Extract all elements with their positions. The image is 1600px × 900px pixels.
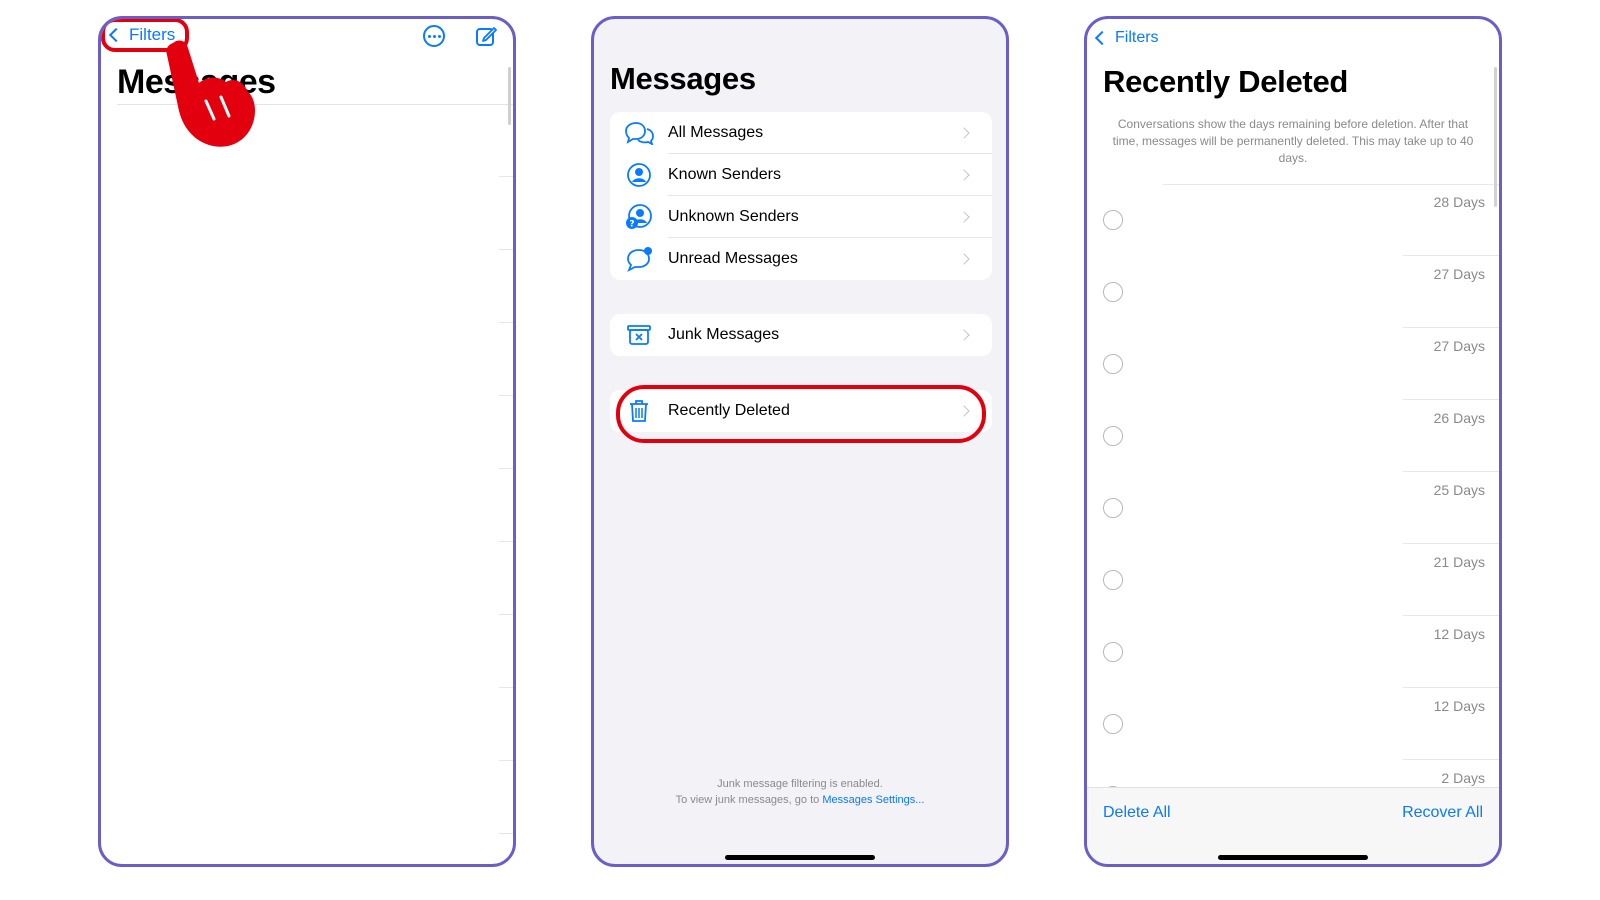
deleted-conversation-row[interactable]: 26 Days bbox=[1087, 400, 1499, 472]
home-indicator[interactable] bbox=[725, 855, 875, 860]
recover-all-button[interactable]: Recover All bbox=[1402, 804, 1483, 822]
compose-icon[interactable] bbox=[475, 25, 497, 47]
select-radio[interactable] bbox=[1103, 714, 1123, 734]
footer-line: Junk message filtering is enabled. bbox=[717, 778, 883, 790]
filters-screen-panel: Messages All Messages Known Senders ? Un… bbox=[591, 16, 1009, 867]
page-title: Recently Deleted bbox=[1103, 64, 1349, 99]
row-divider bbox=[499, 395, 513, 396]
messages-screen-panel: Filters Messages bbox=[98, 16, 516, 867]
deleted-conversation-row[interactable]: 21 Days bbox=[1087, 544, 1499, 616]
footer-prefix: To view junk messages, go to bbox=[675, 794, 823, 806]
pointing-hand-icon bbox=[166, 40, 255, 147]
filters-list: All Messages Known Senders ? Unknown Sen… bbox=[610, 112, 992, 280]
filters-back-label: Filters bbox=[1115, 29, 1159, 46]
row-divider bbox=[499, 322, 513, 323]
bottom-toolbar: Delete All Recover All bbox=[1087, 787, 1499, 864]
days-remaining: 12 Days bbox=[1433, 626, 1485, 642]
person-circle-icon bbox=[610, 162, 668, 188]
filters-back-button[interactable]: Filters bbox=[1094, 29, 1159, 47]
home-indicator[interactable] bbox=[1218, 855, 1368, 860]
junk-bin-icon bbox=[610, 324, 668, 346]
delete-all-button[interactable]: Delete All bbox=[1103, 804, 1171, 822]
footer-line: To view junk messages, go to Messages Se… bbox=[594, 792, 1006, 808]
days-remaining: 12 Days bbox=[1433, 698, 1485, 714]
deleted-conversation-row[interactable]: 25 Days bbox=[1087, 472, 1499, 544]
chevron-left-icon bbox=[1094, 30, 1110, 46]
deleted-conversation-row[interactable]: 28 Days bbox=[1087, 184, 1499, 256]
filter-label: Unknown Senders bbox=[668, 208, 799, 225]
deleted-conversation-row[interactable]: 12 Days bbox=[1087, 616, 1499, 688]
junk-filter-footer: Junk message filtering is enabled. To vi… bbox=[594, 776, 1006, 808]
row-divider bbox=[499, 760, 513, 761]
messages-settings-link[interactable]: Messages Settings... bbox=[822, 794, 924, 806]
more-circle-icon[interactable] bbox=[423, 25, 445, 47]
recently-deleted-highlight-outline bbox=[616, 385, 986, 443]
days-remaining: 25 Days bbox=[1433, 482, 1485, 498]
filter-known-senders[interactable]: Known Senders bbox=[610, 154, 992, 196]
days-remaining: 2 Days bbox=[1441, 770, 1485, 786]
bubble-badge-icon bbox=[610, 246, 668, 272]
row-divider bbox=[499, 249, 513, 250]
filter-unread-messages[interactable]: Unread Messages bbox=[610, 238, 992, 280]
chevron-right-icon bbox=[958, 253, 970, 265]
chevron-right-icon bbox=[958, 169, 970, 181]
deleted-conversation-row[interactable]: 12 Days bbox=[1087, 688, 1499, 760]
chevron-right-icon bbox=[958, 127, 970, 139]
scrollbar[interactable] bbox=[508, 67, 511, 125]
select-radio[interactable] bbox=[1103, 498, 1123, 518]
junk-group: Junk Messages bbox=[610, 314, 992, 356]
recently-deleted-screen-panel: Filters Recently Deleted Conversations s… bbox=[1084, 16, 1502, 867]
row-divider bbox=[499, 833, 513, 834]
days-remaining: 21 Days bbox=[1433, 554, 1485, 570]
days-remaining: 27 Days bbox=[1433, 266, 1485, 282]
junk-label: Junk Messages bbox=[668, 326, 780, 343]
chevron-right-icon bbox=[958, 211, 970, 223]
row-divider bbox=[499, 541, 513, 542]
filter-unknown-senders[interactable]: ? Unknown Senders bbox=[610, 196, 992, 238]
row-divider bbox=[499, 176, 513, 177]
filter-all-messages[interactable]: All Messages bbox=[610, 112, 992, 154]
select-radio[interactable] bbox=[1103, 282, 1123, 302]
select-radio[interactable] bbox=[1103, 642, 1123, 662]
select-radio[interactable] bbox=[1103, 354, 1123, 374]
filter-label: Known Senders bbox=[668, 166, 781, 183]
bubbles-icon bbox=[610, 121, 668, 145]
page-title: Messages bbox=[610, 61, 756, 96]
chevron-right-icon bbox=[958, 329, 970, 341]
select-radio[interactable] bbox=[1103, 570, 1123, 590]
row-divider bbox=[499, 614, 513, 615]
days-remaining: 27 Days bbox=[1433, 338, 1485, 354]
filter-label: Unread Messages bbox=[668, 250, 798, 267]
filter-label: All Messages bbox=[668, 124, 764, 141]
deleted-conversation-row[interactable]: 27 Days bbox=[1087, 328, 1499, 400]
select-radio[interactable] bbox=[1103, 426, 1123, 446]
svg-text:?: ? bbox=[629, 220, 634, 230]
days-remaining: 26 Days bbox=[1433, 410, 1485, 426]
days-remaining: 28 Days bbox=[1433, 194, 1485, 210]
person-question-icon: ? bbox=[610, 204, 668, 230]
junk-messages-row[interactable]: Junk Messages bbox=[610, 314, 992, 356]
row-divider bbox=[499, 687, 513, 688]
select-radio[interactable] bbox=[1103, 210, 1123, 230]
deleted-conversation-row[interactable]: 27 Days bbox=[1087, 256, 1499, 328]
deletion-description: Conversations show the days remaining be… bbox=[1112, 117, 1474, 165]
row-divider bbox=[499, 468, 513, 469]
